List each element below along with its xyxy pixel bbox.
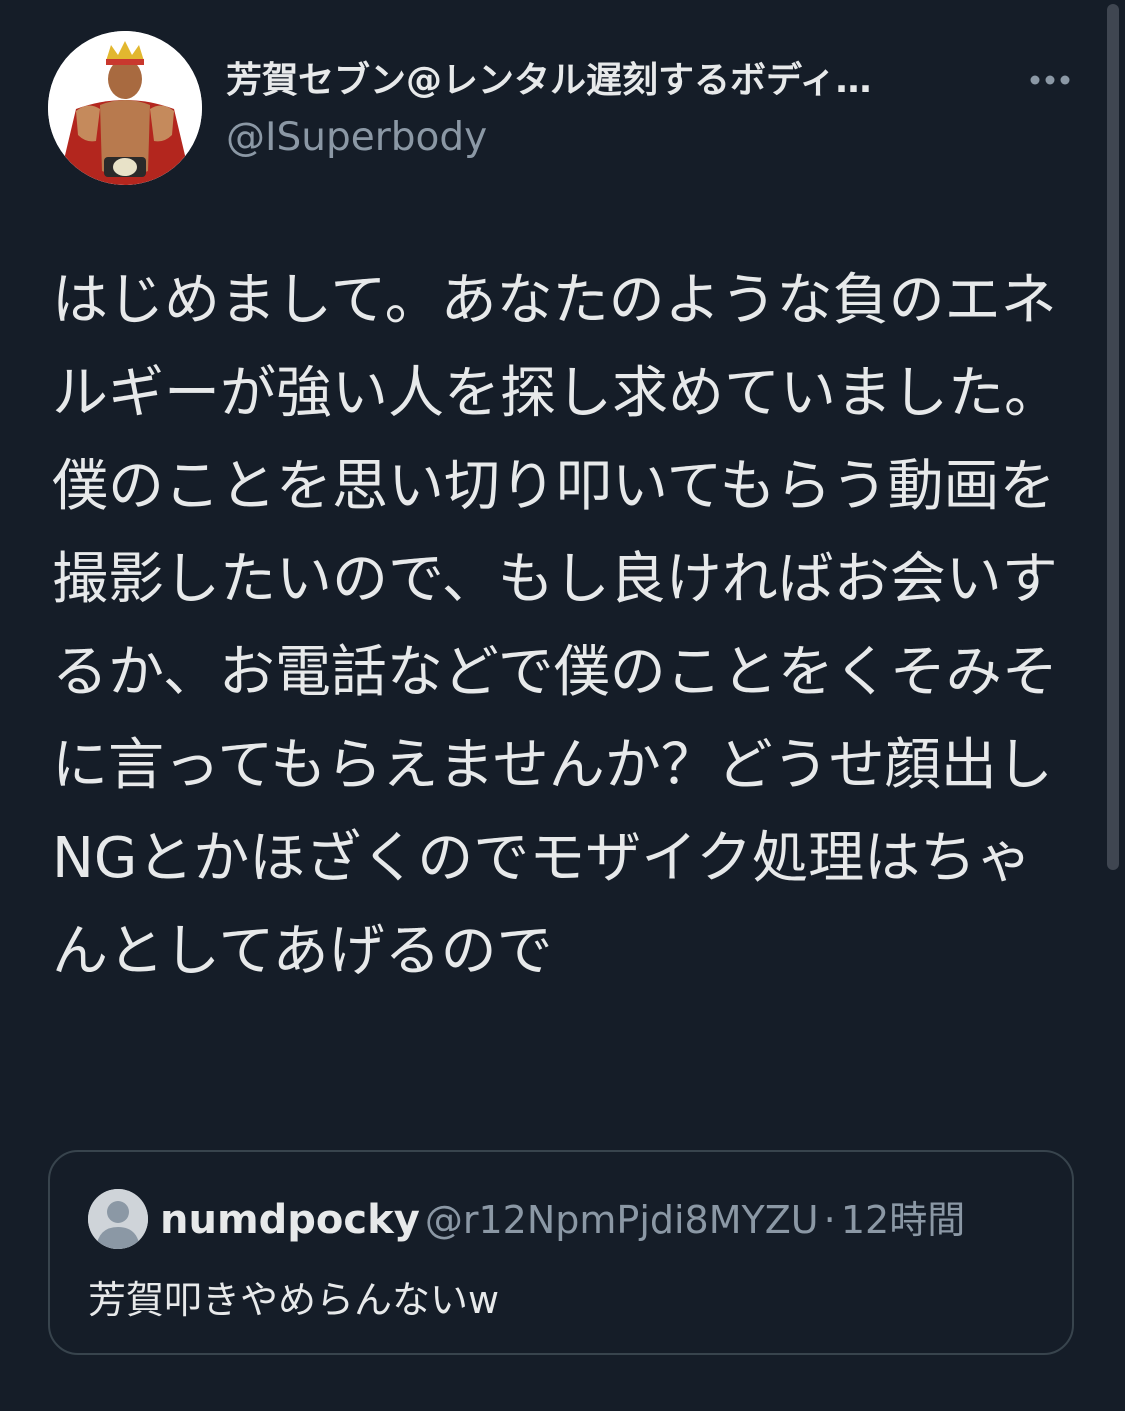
author-handle[interactable]: @ISuperbody: [226, 112, 487, 164]
default-avatar-icon: [88, 1189, 148, 1249]
quoted-tweet-header: numdpocky @r12NpmPjdi8MYZU · 12時間: [160, 1190, 965, 1250]
ellipsis-icon[interactable]: [1026, 64, 1074, 96]
header-separator: ·: [823, 1198, 836, 1242]
scrollbar[interactable]: [1103, 0, 1125, 1411]
quoted-author-avatar[interactable]: [88, 1189, 148, 1249]
quoted-tweet-timestamp[interactable]: 12時間: [841, 1198, 965, 1242]
quoted-tweet-text: 芳賀叩きやめらんないw: [88, 1278, 500, 1322]
tweet-body-text: はじめまして。あなたのような負のエネルギーが強い人を探し求めていました。僕のこと…: [52, 268, 1060, 984]
author-display-name[interactable]: 芳賀セブン@レンタル遅刻するボディ…: [226, 55, 996, 107]
quoted-author-handle[interactable]: @r12NpmPjdi8MYZU: [425, 1198, 819, 1242]
author-avatar[interactable]: [48, 31, 202, 185]
quoted-tweet-card[interactable]: numdpocky @r12NpmPjdi8MYZU · 12時間 芳賀叩きやめ…: [48, 1150, 1074, 1355]
scrollbar-thumb[interactable]: [1107, 4, 1119, 870]
profile-photo-icon: [48, 31, 202, 185]
quoted-author-name[interactable]: numdpocky: [160, 1197, 420, 1243]
